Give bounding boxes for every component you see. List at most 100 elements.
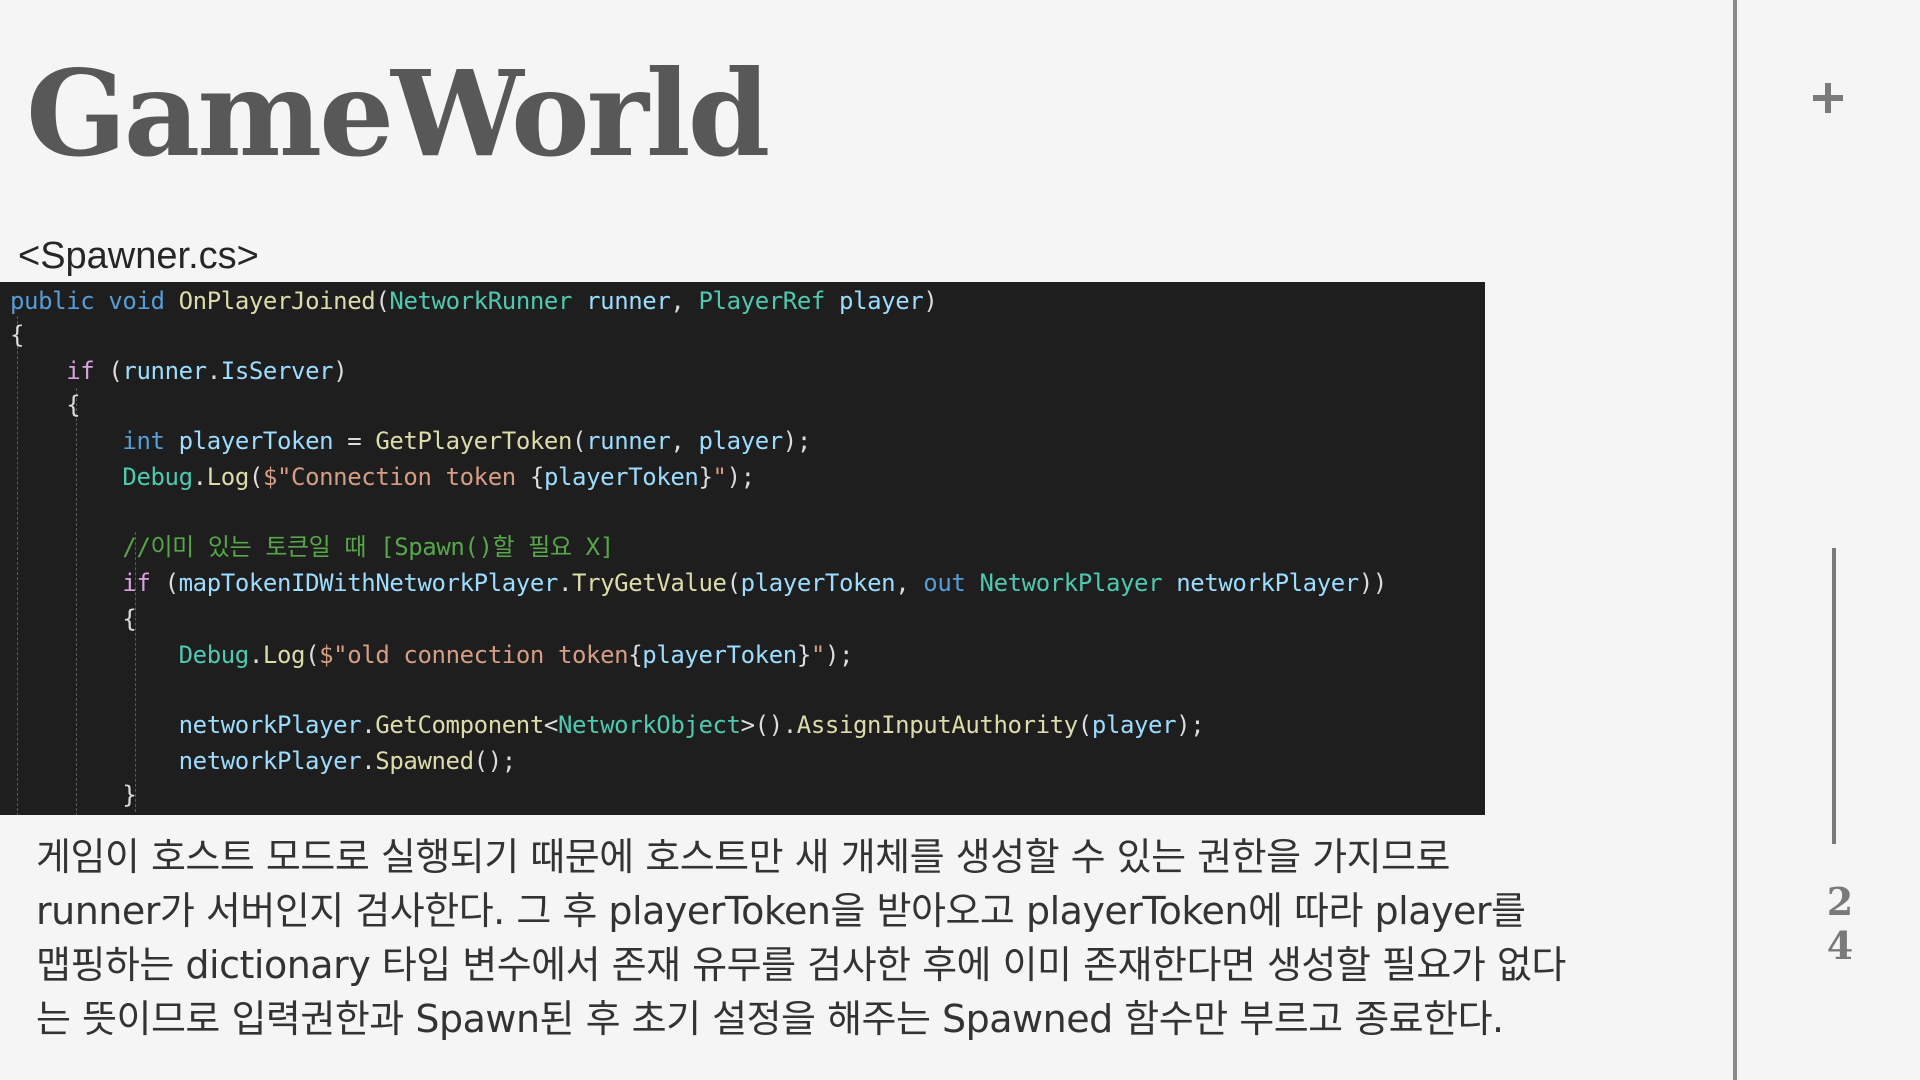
vertical-divider: [1733, 0, 1737, 1080]
code-token: );: [1176, 711, 1205, 739]
page-number: 2 4: [1820, 880, 1860, 968]
code-line: networkPlayer.Spawned();: [10, 744, 517, 778]
code-token: Log: [206, 463, 250, 491]
code-line: networkPlayer.GetComponent<NetworkObject…: [10, 708, 1205, 742]
slide-title: GameWorld: [26, 44, 770, 183]
code-token: .: [248, 641, 263, 669]
code-token: playerToken: [178, 427, 334, 455]
code-line: int playerToken = GetPlayerToken(runner,…: [10, 424, 811, 458]
code-line: }: [10, 778, 136, 812]
code-token: ": [712, 463, 727, 491]
code-token: }: [796, 641, 811, 669]
code-token: player: [698, 427, 784, 455]
code-token: (: [94, 357, 123, 385]
code-line: //이미 있는 토큰일 때 [Spawn()할 필요 X]: [10, 530, 614, 564]
code-token: player: [839, 287, 924, 315]
code-token: GetComponent: [375, 711, 544, 739]
file-label: <Spawner.cs>: [18, 235, 259, 277]
code-token: NetworkPlayer: [979, 569, 1163, 597]
code-token: out: [923, 569, 966, 597]
code-line: public void OnPlayerJoined(NetworkRunner…: [10, 284, 938, 318]
code-token: ): [923, 287, 938, 315]
code-token: GetPlayerToken: [375, 427, 573, 455]
code-token: playerToken: [740, 569, 896, 597]
code-token: {: [10, 321, 25, 349]
side-accent-line: [1832, 548, 1836, 844]
code-token: $"Connection token: [262, 463, 530, 491]
code-token: PlayerRef: [698, 287, 826, 315]
code-token: int: [122, 427, 165, 455]
code-token: );: [726, 463, 756, 491]
code-token: (: [150, 569, 179, 597]
code-token: .: [361, 711, 376, 739]
code-token: if: [122, 569, 151, 597]
code-token: player: [1091, 711, 1177, 739]
code-token: void: [108, 287, 165, 315]
code-token: ,: [895, 569, 924, 597]
page-number-digit: 4: [1826, 923, 1854, 968]
code-token: NetworkObject: [557, 711, 741, 739]
code-token: OnPlayerJoined: [178, 287, 376, 315]
code-token: {: [10, 391, 81, 419]
code-token: .: [192, 463, 207, 491]
code-token: );: [782, 427, 812, 455]
code-line: Debug.Log($"old connection token{playerT…: [10, 638, 854, 672]
code-token: ,: [670, 287, 699, 315]
code-line: Debug.Log($"Connection token {playerToke…: [10, 460, 755, 494]
code-token: .: [206, 357, 221, 385]
code-line: if (runner.IsServer): [10, 354, 347, 388]
code-token: (: [726, 569, 741, 597]
code-token: >().: [740, 711, 798, 739]
code-token: {: [10, 605, 137, 633]
code-token: Spawned: [375, 747, 474, 775]
code-token: (: [375, 287, 390, 315]
code-token: networkPlayer: [1176, 569, 1359, 597]
code-token: {: [628, 641, 643, 669]
description-line: 는 뜻이므로 입력권한과 Spawn된 후 초기 설정을 해주는 Spawned…: [36, 997, 1504, 1041]
code-token: runner: [122, 357, 207, 385]
code-token: runner: [586, 427, 671, 455]
code-token: );: [824, 641, 854, 669]
code-token: (: [305, 641, 320, 669]
code-token: <: [543, 711, 558, 739]
code-token: IsServer: [220, 357, 334, 385]
code-line: {: [10, 318, 24, 352]
code-token: networkPlayer: [178, 711, 362, 739]
code-token: mapTokenIDWithNetworkPlayer: [178, 569, 559, 597]
code-token: (: [1077, 711, 1092, 739]
code-token: TryGetValue: [572, 569, 727, 597]
code-token: }: [10, 781, 137, 809]
code-token: AssignInputAuthority: [796, 711, 1078, 739]
code-token: //이미 있는 토큰일 때 [Spawn()할 필요 X]: [122, 533, 614, 561]
code-token: .: [557, 569, 573, 597]
code-token: playerToken: [642, 641, 797, 669]
code-token: ();: [473, 747, 517, 775]
code-line: if (mapTokenIDWithNetworkPlayer.TryGetVa…: [10, 566, 1387, 600]
plus-icon: [1813, 83, 1843, 113]
code-token: }: [698, 463, 713, 491]
code-token: networkPlayer: [178, 747, 362, 775]
code-token: NetworkRunner: [389, 287, 573, 315]
code-token: if: [66, 357, 95, 385]
code-token: $"old connection token: [319, 641, 629, 669]
code-token: ": [810, 641, 825, 669]
code-token: Debug: [178, 641, 250, 669]
page-number-digit: 2: [1826, 879, 1854, 924]
code-line: {: [10, 602, 136, 636]
code-line: {: [10, 388, 80, 422]
description-line: runner가 서버인지 검사한다. 그 후 playerToken을 받아오고…: [36, 889, 1526, 933]
description-text: 게임이 호스트 모드로 실행되기 때문에 호스트만 새 개체를 생성할 수 있는…: [36, 830, 1596, 1046]
code-token: {: [529, 463, 544, 491]
